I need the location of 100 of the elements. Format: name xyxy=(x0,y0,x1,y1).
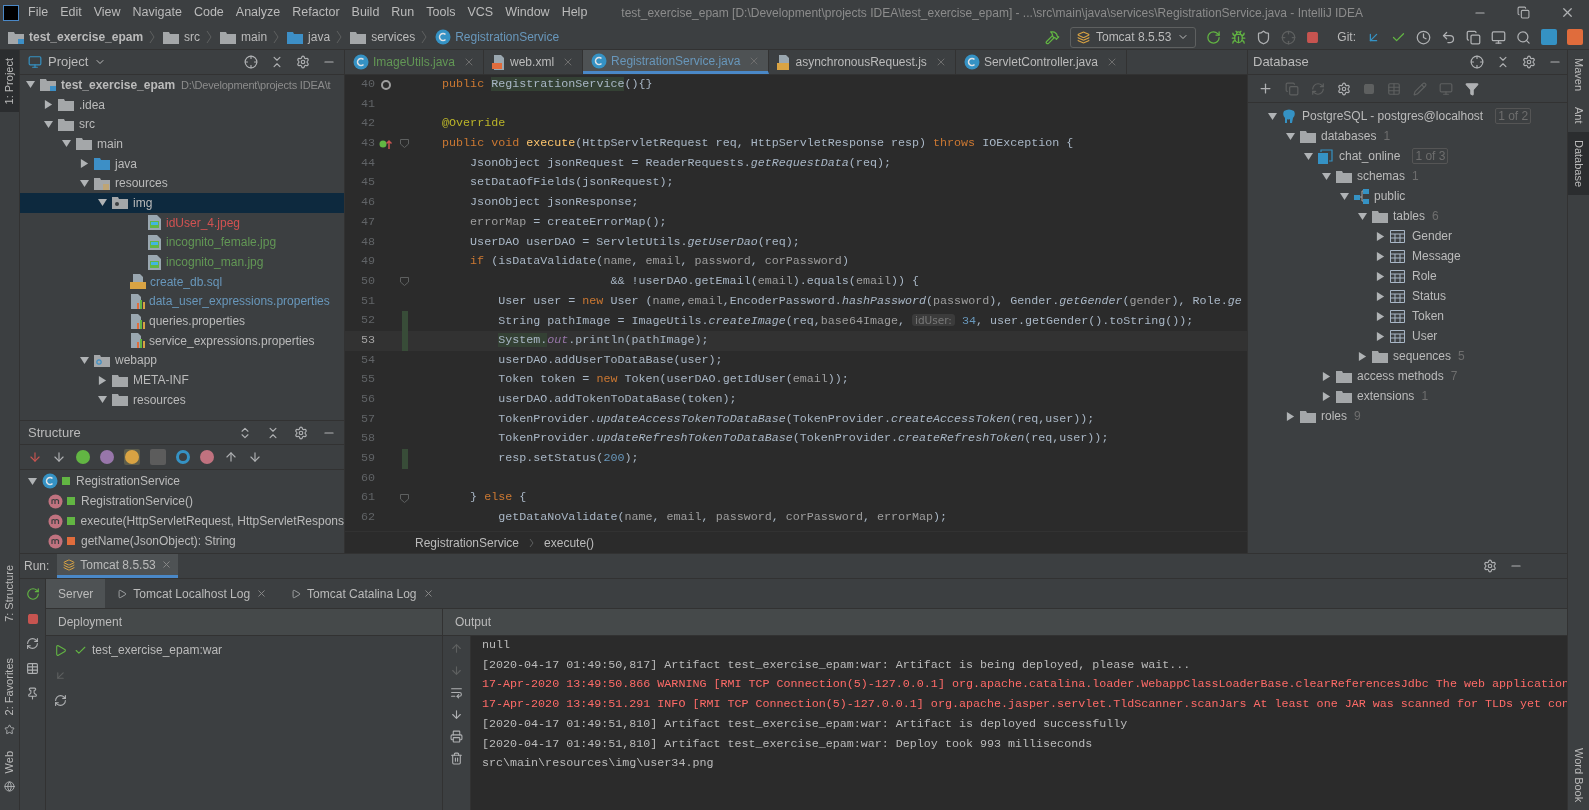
tree-item[interactable]: extensions xyxy=(1357,387,1415,405)
build-icon[interactable] xyxy=(1044,29,1060,45)
expand-arrow-icon[interactable] xyxy=(1286,411,1295,421)
tree-item[interactable]: RegistrationService xyxy=(76,472,181,490)
expand-arrow-icon[interactable] xyxy=(1376,311,1385,321)
rerun-icon[interactable] xyxy=(25,587,40,601)
terminal-icon[interactable] xyxy=(1491,29,1506,45)
wrap-icon[interactable] xyxy=(450,686,463,699)
collapse-arrow-icon[interactable] xyxy=(1340,191,1349,201)
collapse-arrow-icon[interactable] xyxy=(98,198,107,208)
stop-icon[interactable] xyxy=(26,613,39,625)
breadcrumb[interactable]: src xyxy=(184,28,201,46)
close-icon[interactable] xyxy=(256,588,268,599)
pin-icon[interactable] xyxy=(26,687,39,700)
settings-icon[interactable] xyxy=(1483,559,1497,573)
tree-item[interactable]: schemas xyxy=(1357,167,1406,185)
tool-window-tab[interactable]: Word Book xyxy=(1568,739,1589,810)
tree-item[interactable]: access methods xyxy=(1357,367,1444,385)
add-icon[interactable] xyxy=(1258,81,1273,96)
tree-item[interactable]: Message xyxy=(1412,247,1461,265)
tree-item[interactable]: img xyxy=(133,193,153,212)
expand-arrow-icon[interactable] xyxy=(1376,331,1385,341)
expand-arrow-icon[interactable] xyxy=(1376,291,1385,301)
rollback-icon[interactable] xyxy=(1441,29,1456,45)
scroll-to-end-icon[interactable] xyxy=(450,708,463,721)
expand-arrow-icon[interactable] xyxy=(1376,251,1385,261)
tree-item[interactable]: resources xyxy=(133,390,186,409)
menu-item[interactable]: Tools xyxy=(420,3,462,22)
collapse-arrow-icon[interactable] xyxy=(1322,171,1331,181)
menu-item[interactable]: Edit xyxy=(54,3,88,22)
tool-window-tab[interactable]: Ant xyxy=(1568,99,1589,132)
breadcrumb[interactable]: execute() xyxy=(544,533,595,552)
collapse-all-icon[interactable] xyxy=(1496,55,1510,69)
collapse-arrow-icon[interactable] xyxy=(26,80,35,90)
collapse-arrow-icon[interactable] xyxy=(80,178,89,188)
close-icon[interactable] xyxy=(1560,5,1575,20)
filter-icon[interactable] xyxy=(1465,81,1479,96)
expand-arrow-icon[interactable] xyxy=(44,100,53,110)
settings-icon[interactable] xyxy=(296,55,310,69)
menu-item[interactable]: File xyxy=(22,3,55,22)
override-icon[interactable] xyxy=(379,138,393,149)
tree-item[interactable]: incognito_man.jpg xyxy=(166,253,264,272)
tree-item[interactable]: Gender xyxy=(1412,227,1453,245)
expand-arrow-icon[interactable] xyxy=(1322,391,1331,401)
tree-item[interactable]: sequences xyxy=(1393,347,1452,365)
menu-item[interactable]: View xyxy=(87,3,127,22)
breadcrumb[interactable]: test_exercise_epam xyxy=(29,28,144,46)
expand-arrow-icon[interactable] xyxy=(98,375,107,385)
autoscroll-icon[interactable] xyxy=(224,450,238,464)
tree-item[interactable]: main xyxy=(97,134,123,153)
tree-item[interactable]: RegistrationService() xyxy=(81,492,194,510)
project-structure-icon[interactable] xyxy=(1466,29,1481,45)
menu-item[interactable]: Help xyxy=(555,3,594,22)
breadcrumb[interactable]: RegistrationService xyxy=(455,28,560,46)
autoscroll-from-source-icon[interactable] xyxy=(248,450,262,464)
menu-item[interactable]: Refactor xyxy=(286,3,346,22)
menu-item[interactable]: Analyze xyxy=(229,3,287,22)
breadcrumb[interactable]: RegistrationService xyxy=(415,533,520,552)
sort-alphabetically-icon[interactable] xyxy=(52,450,66,464)
refresh-icon[interactable] xyxy=(26,637,39,650)
tool-window-tab[interactable]: Database xyxy=(1568,131,1589,195)
layout-icon[interactable] xyxy=(26,662,39,675)
tree-item[interactable]: create_db.sql xyxy=(150,272,223,291)
tree-item[interactable]: incognito_female.jpg xyxy=(166,233,277,252)
editor-tab[interactable]: ServletController.java xyxy=(955,50,1127,74)
tree-item[interactable]: databases xyxy=(1321,127,1377,145)
breadcrumb[interactable]: java xyxy=(308,28,331,46)
tree-item[interactable]: test_exercise_epam xyxy=(61,75,176,94)
history-icon[interactable] xyxy=(1416,29,1431,45)
tree-item[interactable]: PostgreSQL - postgres@localhost xyxy=(1302,107,1484,125)
collapse-arrow-icon[interactable] xyxy=(1304,151,1313,161)
tree-item[interactable]: tables xyxy=(1393,207,1426,225)
run-tab[interactable]: Tomcat 8.5.53 xyxy=(57,554,178,578)
tool-window-tab[interactable]: Maven xyxy=(1568,50,1589,100)
editor-tab[interactable]: asynchronousRequest.js xyxy=(769,50,956,74)
locate-icon[interactable] xyxy=(1470,55,1484,69)
menu-item[interactable]: Build xyxy=(345,3,386,22)
breadcrumb[interactable]: main xyxy=(241,28,268,46)
menu-item[interactable]: Run xyxy=(385,3,421,22)
collapse-all-icon[interactable] xyxy=(266,425,280,440)
tree-item[interactable]: Status xyxy=(1412,287,1447,305)
tree-item[interactable]: getName(JsonObject): String xyxy=(81,532,236,550)
collapse-arrow-icon[interactable] xyxy=(44,119,53,129)
tree-item[interactable]: webapp xyxy=(115,351,158,370)
artifact-item[interactable]: test_exercise_epam:war xyxy=(92,641,223,659)
log-tab[interactable]: Tomcat Localhost Log xyxy=(105,579,280,608)
tool-window-tab[interactable]: 7: Structure xyxy=(0,557,19,631)
expand-arrow-icon[interactable] xyxy=(1322,371,1331,381)
trash-icon[interactable] xyxy=(450,752,463,765)
menu-item[interactable]: Window xyxy=(499,3,556,22)
tree-item[interactable]: .idea xyxy=(79,95,106,114)
tree-item[interactable]: User xyxy=(1412,327,1438,345)
editor-tab[interactable]: ImageUtils.java xyxy=(345,50,485,74)
menu-item[interactable]: Navigate xyxy=(126,3,188,22)
tree-item[interactable]: service_expressions.properties xyxy=(149,331,315,350)
collapse-arrow-icon[interactable] xyxy=(98,395,107,405)
expand-arrow-icon[interactable] xyxy=(80,159,89,169)
tool-window-tab[interactable]: 1: Project xyxy=(0,50,19,113)
tree-item[interactable]: queries.properties xyxy=(149,312,246,331)
log-tab[interactable]: Tomcat Catalina Log xyxy=(279,579,446,608)
